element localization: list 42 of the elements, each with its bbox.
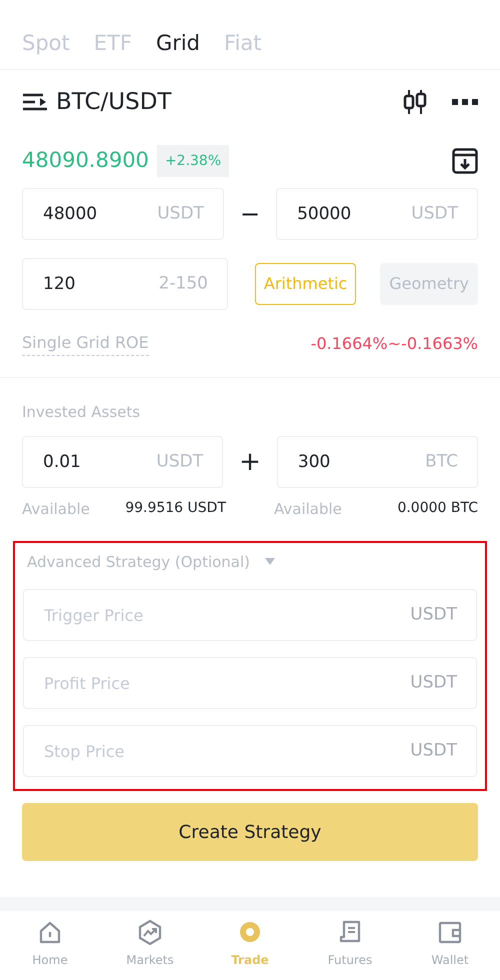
home-icon <box>37 919 63 945</box>
tab[interactable]: Grid <box>156 18 200 69</box>
range-hint: 2-150 <box>158 272 208 296</box>
mode-button[interactable]: Arithmetic <box>254 263 356 305</box>
available-value: 0.0000 BTC <box>397 499 478 518</box>
mode-button[interactable]: Geometry <box>380 263 478 305</box>
unit-label: USDT <box>156 450 204 474</box>
tab[interactable]: Spot <box>22 18 70 69</box>
chart-icon <box>137 919 163 945</box>
available-label: Available <box>22 499 90 520</box>
unit-label: USDT <box>410 603 457 626</box>
unit-label: USDT <box>411 202 458 226</box>
create-strategy-button[interactable]: Create Strategy <box>22 803 478 861</box>
unit-label: USDT <box>157 202 204 226</box>
wallet-icon <box>437 919 463 945</box>
price-change: +2.38% <box>156 145 230 177</box>
tab[interactable]: Fiat <box>224 18 262 69</box>
pair-title: BTC/USDT <box>56 88 172 117</box>
unit-label: BTC <box>425 450 458 474</box>
download-icon[interactable] <box>452 148 478 174</box>
nav-tab[interactable]: Futures <box>300 919 400 969</box>
unit-label: USDT <box>410 739 457 762</box>
plus-sign: + <box>239 446 261 478</box>
range-separator: − <box>240 199 260 230</box>
nav-tab[interactable]: Wallet <box>400 919 500 969</box>
nav-tab[interactable]: Markets <box>100 919 200 969</box>
nav-tab[interactable]: Trade <box>200 919 300 969</box>
available-label: Available <box>274 499 342 520</box>
advanced-toggle[interactable]: Advanced Strategy (Optional) <box>27 550 250 573</box>
available-value: 99.9516 USDT <box>125 499 226 518</box>
tab[interactable]: ETF <box>94 18 132 69</box>
roe-label[interactable]: Single Grid ROE <box>22 331 149 356</box>
coin-icon <box>237 919 263 945</box>
candlestick-icon[interactable] <box>402 88 428 116</box>
roe-value: -0.1664%~-0.1663% <box>310 332 478 354</box>
menu-icon[interactable] <box>22 92 48 112</box>
nav-tab[interactable]: Home <box>0 919 100 969</box>
section-label: Invested Assets <box>22 403 140 421</box>
more-icon[interactable] <box>452 98 478 106</box>
unit-label: USDT <box>410 671 457 694</box>
document-icon <box>337 919 363 945</box>
price-value: 48090.8900 <box>22 147 149 174</box>
